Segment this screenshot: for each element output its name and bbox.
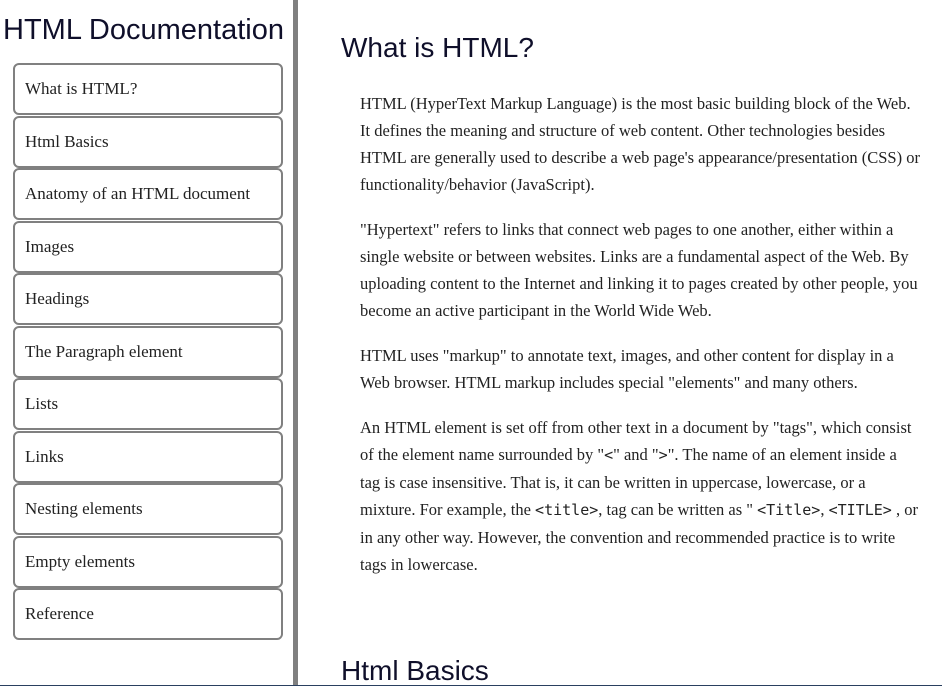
navbar: HTML Documentation What is HTML? Html Ba… [0, 0, 298, 686]
section-heading-html-basics: Html Basics [341, 655, 489, 686]
paragraph: An HTML element is set off from other te… [360, 414, 920, 578]
text: , [820, 500, 829, 519]
code: <title> [535, 501, 599, 519]
code: <TITLE> [828, 501, 892, 519]
section-what-is-html: HTML (HyperText Markup Language) is the … [360, 90, 920, 596]
nav-link-what-is-html[interactable]: What is HTML? [13, 63, 283, 115]
nav-title: HTML Documentation [3, 14, 284, 46]
section-heading-what-is-html: What is HTML? [341, 32, 534, 63]
code: < [604, 446, 614, 464]
main-doc: What is HTML? HTML (HyperText Markup Lan… [298, 0, 942, 686]
text: " and " [613, 445, 659, 464]
nav-link-empty-elements[interactable]: Empty elements [13, 536, 283, 588]
nav-link-html-basics[interactable]: Html Basics [13, 116, 283, 168]
nav-link-nesting[interactable]: Nesting elements [13, 483, 283, 535]
code: <Title> [757, 501, 821, 519]
nav-link-lists[interactable]: Lists [13, 378, 283, 430]
code: > [658, 446, 668, 464]
nav-link-anatomy[interactable]: Anatomy of an HTML document [13, 168, 283, 220]
text: , tag can be written as " [598, 500, 758, 519]
nav-link-reference[interactable]: Reference [13, 588, 283, 640]
paragraph: HTML uses "markup" to annotate text, ima… [360, 346, 894, 392]
nav-link-links[interactable]: Links [13, 431, 283, 483]
paragraph: HTML (HyperText Markup Language) is the … [360, 94, 920, 194]
nav-link-images[interactable]: Images [13, 221, 283, 273]
nav-link-paragraph[interactable]: The Paragraph element [13, 326, 283, 378]
nav-link-headings[interactable]: Headings [13, 273, 283, 325]
paragraph: "Hypertext" refers to links that connect… [360, 220, 918, 320]
